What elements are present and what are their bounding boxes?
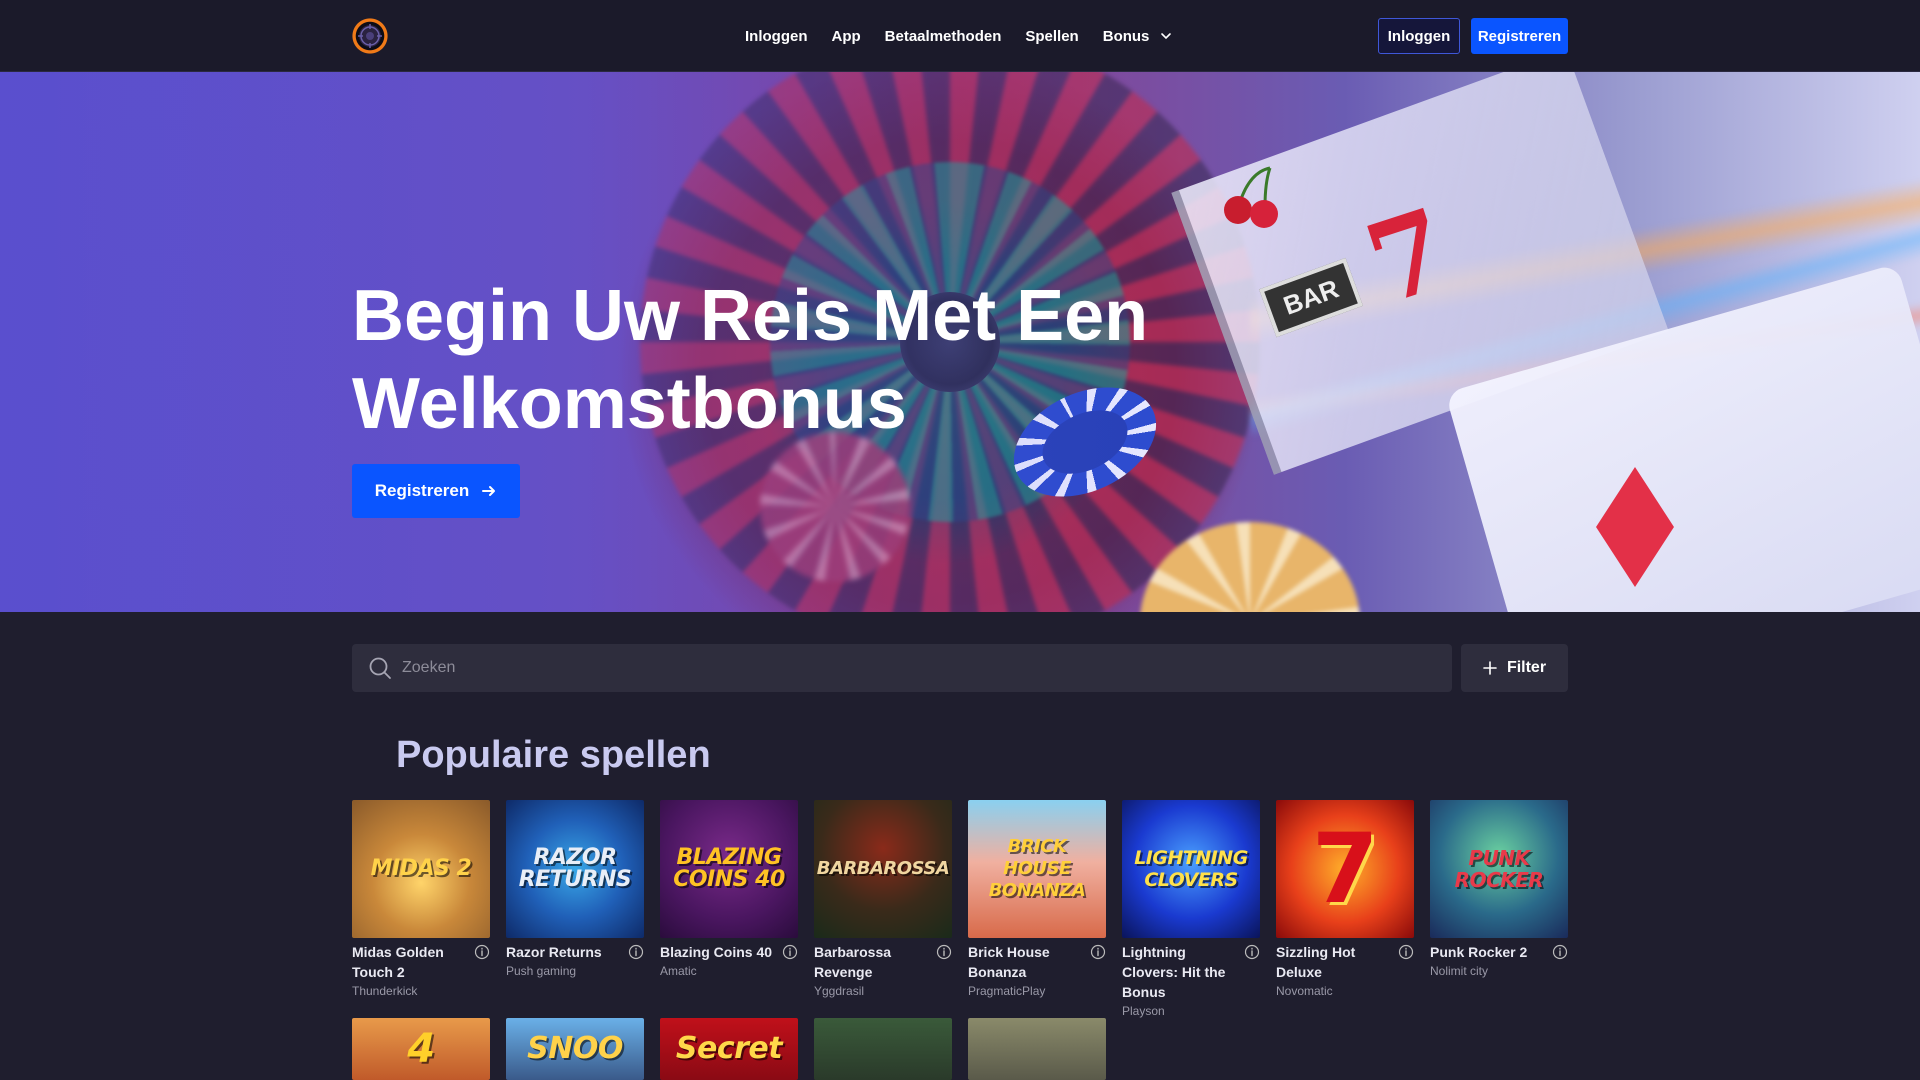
info-icon[interactable]	[1552, 944, 1568, 960]
game-thumbnail[interactable]: 7	[1276, 800, 1414, 938]
game-tile[interactable]: BRICK HOUSE BONANZA Brick House Bonanza …	[968, 800, 1106, 1020]
game-tile[interactable]: BLAZING COINS 40 Blazing Coins 40 Amatic	[660, 800, 798, 1020]
hero-banner: 7 BAR Begin Uw Reis Met Een Welkomstbonu…	[0, 72, 1920, 612]
game-thumbnail[interactable]: BLAZING COINS 40	[660, 800, 798, 938]
game-thumbnail[interactable]	[968, 1018, 1106, 1080]
game-tile[interactable]	[968, 1018, 1106, 1080]
arrow-right-icon	[482, 486, 496, 496]
game-tile[interactable]: SNOO	[506, 1018, 644, 1080]
game-art-text: SNOO	[527, 1031, 623, 1066]
game-tile[interactable]: LIGHTNING CLOVERS Lightning Clovers: Hit…	[1122, 800, 1260, 1020]
game-thumbnail[interactable]: Secret	[660, 1018, 798, 1080]
game-art-text: RAZOR RETURNS	[518, 845, 632, 892]
nav-label: App	[831, 27, 861, 45]
game-provider: Nolimit city	[1430, 964, 1489, 978]
game-thumbnail[interactable]	[814, 1018, 952, 1080]
game-tile[interactable]: 4	[352, 1018, 490, 1080]
game-thumbnail[interactable]: PUNK ROCKER	[1430, 800, 1568, 938]
filter-button[interactable]: Filter	[1461, 644, 1568, 692]
game-thumbnail[interactable]: RAZOR RETURNS	[506, 800, 644, 938]
info-icon[interactable]	[936, 944, 952, 960]
game-provider: Yggdrasil	[814, 984, 865, 998]
game-art-text: BRICK HOUSE BONANZA	[988, 836, 1086, 901]
game-thumbnail[interactable]: SNOO	[506, 1018, 644, 1080]
game-art-text: 7	[1311, 813, 1379, 925]
info-icon[interactable]	[628, 944, 644, 960]
game-art-text: Secret	[675, 1031, 783, 1066]
game-tile[interactable]	[814, 1018, 952, 1080]
hero-title: Begin Uw Reis Met Een Welkomstbonus	[352, 272, 1152, 448]
nav-spellen[interactable]: Spellen	[1025, 28, 1078, 45]
hero-register-button[interactable]: Registreren	[352, 464, 520, 518]
info-icon[interactable]	[1090, 944, 1106, 960]
game-search-bar	[352, 644, 1452, 692]
game-name: Sizzling Hot Deluxe	[1276, 944, 1356, 980]
section-title: Populaire spellen	[396, 734, 711, 776]
game-provider: Amatic	[660, 964, 697, 978]
info-icon[interactable]	[782, 944, 798, 960]
game-tile[interactable]: PUNK ROCKER Punk Rocker 2 Nolimit city	[1430, 800, 1568, 1020]
search-icon	[369, 657, 391, 679]
game-art-text: BLAZING COINS 40	[673, 845, 785, 892]
game-name: Blazing Coins 40	[660, 944, 773, 960]
game-art-text: MIDAS 2	[370, 856, 472, 881]
register-button[interactable]: Registreren	[1471, 18, 1568, 54]
game-provider: Push gaming	[506, 964, 577, 978]
plus-icon	[1483, 661, 1497, 675]
game-tile[interactable]: BARBAROSSA Barbarossa Revenge Yggdrasil	[814, 800, 952, 1020]
nav-betaalmethoden[interactable]: Betaalmethoden	[885, 28, 1002, 45]
game-thumbnail[interactable]: LIGHTNING CLOVERS	[1122, 800, 1260, 938]
game-tile[interactable]: Secret	[660, 1018, 798, 1080]
casino-logo[interactable]	[352, 18, 388, 54]
search-input[interactable]	[402, 644, 1432, 692]
filter-label: Filter	[1506, 659, 1547, 676]
logo-emblem-icon	[358, 24, 382, 48]
popular-games-grid: MIDAS 2 Midas Golden Touch 2 Thunderkick…	[352, 800, 1568, 1020]
chevron-down-icon	[1161, 33, 1172, 40]
info-icon[interactable]	[1398, 944, 1414, 960]
nav-label: Betaalmethoden	[884, 27, 1002, 45]
game-tile[interactable]: 7 Sizzling Hot Deluxe Novomatic	[1276, 800, 1414, 1020]
info-icon[interactable]	[1244, 944, 1260, 960]
popular-games-grid-row-2: 4 SNOO Secret	[352, 1018, 1568, 1080]
game-name: Barbarossa Revenge	[814, 944, 892, 980]
game-tile[interactable]: RAZOR RETURNS Razor Returns Push gaming	[506, 800, 644, 1020]
game-art-text: BARBAROSSA	[816, 858, 950, 879]
game-thumbnail[interactable]: BARBAROSSA	[814, 800, 952, 938]
top-navigation-bar: Inloggen App Betaalmethoden Spellen Bonu…	[0, 0, 1920, 72]
hero-title-line: Welkomstbonus	[352, 364, 907, 444]
game-name: Midas Golden Touch 2	[352, 944, 444, 980]
login-button[interactable]: Inloggen	[1378, 18, 1460, 54]
game-thumbnail[interactable]: BRICK HOUSE BONANZA	[968, 800, 1106, 938]
nav-label: Bonus	[1102, 27, 1150, 45]
game-name: Razor Returns	[506, 944, 602, 960]
hero-title-line: Begin Uw Reis Met Een	[352, 276, 1149, 356]
nav-bonus-dropdown[interactable]: Bonus	[1103, 28, 1174, 45]
game-name: Brick House Bonanza	[968, 944, 1050, 980]
hero-register-label: Registreren	[374, 481, 470, 500]
nav-inloggen[interactable]: Inloggen	[745, 28, 808, 45]
game-provider: Thunderkick	[352, 984, 418, 998]
game-art-text: LIGHTNING CLOVERS	[1134, 847, 1248, 891]
game-thumbnail[interactable]: 4	[352, 1018, 490, 1080]
game-provider: Novomatic	[1276, 984, 1333, 998]
game-art-text: PUNK ROCKER	[1454, 846, 1544, 892]
main-nav: Inloggen App Betaalmethoden Spellen Bonu…	[745, 0, 1173, 72]
game-name: Lightning Clovers: Hit the Bonus	[1122, 944, 1226, 1000]
game-thumbnail[interactable]: MIDAS 2	[352, 800, 490, 938]
nav-app[interactable]: App	[832, 28, 861, 45]
game-art-text: 4	[407, 1026, 435, 1072]
game-art-text	[879, 1045, 887, 1053]
info-icon[interactable]	[474, 944, 490, 960]
nav-label: Inloggen	[745, 27, 808, 45]
nav-label: Spellen	[1025, 27, 1079, 45]
game-art-text	[1033, 1045, 1041, 1053]
game-provider: PragmaticPlay	[968, 984, 1046, 998]
game-tile[interactable]: MIDAS 2 Midas Golden Touch 2 Thunderkick	[352, 800, 490, 1020]
game-name: Punk Rocker 2	[1430, 944, 1528, 960]
